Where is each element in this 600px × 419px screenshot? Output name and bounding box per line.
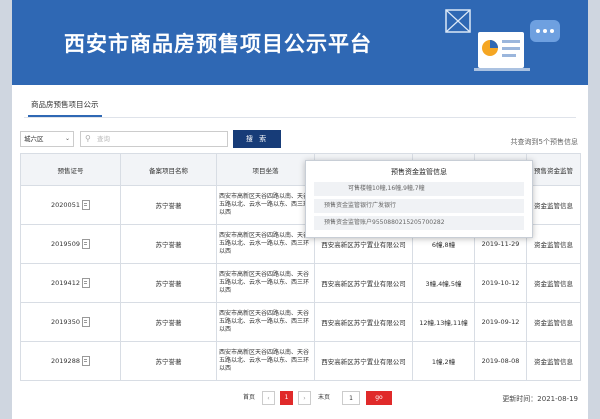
issue-date: 2019-08-08 [474, 341, 527, 381]
search-placeholder: 查询 [97, 135, 110, 143]
go-button[interactable]: go [366, 391, 392, 405]
document-icon[interactable] [81, 317, 90, 327]
cert-number: 2020051 [51, 201, 80, 209]
cert-cell: 2020051 [20, 185, 121, 225]
table-row: 2019350 苏宁誉著 西安市高新区天谷四路以南、天谷五路以北、云水一路以东、… [20, 302, 581, 342]
popup-row-label: 预售资金监管银行 [323, 202, 372, 209]
column-header: 预售证号 [20, 153, 121, 186]
popup-row-label: 预售资金监管账户 [323, 219, 372, 226]
result-count: 共查询到5个预售信息 [510, 138, 578, 146]
site-title: 西安市商品房预售项目公示平台 [64, 32, 372, 56]
cert-cell: 2019412 [20, 263, 121, 303]
table-row: 2019412 苏宁誉著 西安市高新区天谷四路以南、天谷五路以北、云水一路以东、… [20, 263, 581, 303]
table-row: 2019288 苏宁誉著 西安市高新区天谷四路以南、天谷五路以北、云水一路以东、… [20, 341, 581, 381]
supervision-link[interactable]: 资金监管信息 [526, 341, 581, 381]
popup-row-value: 10幢,16幢,9幢,7幢 [372, 185, 425, 192]
developer: 西安高新区苏宁置业有限公司 [314, 302, 413, 342]
column-header: 预售资金监管 [526, 153, 581, 186]
buildings: 12幢,13幢,11幢 [412, 302, 475, 342]
popup-row-value: 广发银行 [372, 202, 397, 209]
supervision-link[interactable]: 资金监管信息 [526, 185, 581, 225]
issue-date: 2019-10-12 [474, 263, 527, 303]
popup-row: 预售资金监管银行广发银行 [314, 199, 524, 213]
column-header: 备案项目名称 [120, 153, 217, 186]
developer: 西安高新区苏宁置业有限公司 [314, 263, 413, 303]
project-location: 西安市高新区天谷四路以南、天谷五路以北、云水一路以东、西三环以西 [216, 224, 315, 264]
update-time: 更新时间：2021-08-19 [502, 395, 578, 403]
fund-supervision-popup: 预售资金监管信息 可售楼幢10幢,16幢,9幢,7幢 预售资金监管银行广发银行 … [305, 160, 533, 238]
prev-page-button[interactable]: ‹ [262, 391, 275, 405]
buildings: 3幢,4幢,5幢 [412, 263, 475, 303]
project-name: 苏宁誉著 [120, 185, 217, 225]
project-location: 西安市高新区天谷四路以南、天谷五路以北、云水一路以东、西三环以西 [216, 263, 315, 303]
cert-number: 2019350 [51, 318, 80, 326]
document-icon[interactable] [81, 200, 90, 210]
cert-cell: 2019350 [20, 302, 121, 342]
document-icon[interactable] [81, 356, 90, 366]
cert-cell: 2019509 [20, 224, 121, 264]
search-button[interactable]: 搜 索 [233, 130, 281, 148]
issue-date: 2019-09-12 [474, 302, 527, 342]
cert-number: 2019509 [51, 240, 80, 248]
main-panel: 商品房预售项目公示 城六区 ⌄ ⚲ 查询 搜 索 共查询到5个预售信息 预售证号… [12, 85, 588, 419]
district-select-value: 城六区 [24, 135, 44, 143]
first-page-button[interactable]: 首页 [240, 391, 258, 405]
supervision-link[interactable]: 资金监管信息 [526, 224, 581, 264]
document-icon[interactable] [81, 239, 90, 249]
site-header: 西安市商品房预售项目公示平台 [12, 0, 588, 85]
cert-number: 2019412 [51, 279, 80, 287]
next-page-button[interactable]: › [298, 391, 311, 405]
column-header: 项目坐落 [216, 153, 315, 186]
search-input[interactable]: ⚲ 查询 [80, 131, 228, 147]
search-icon: ⚲ [85, 134, 91, 143]
chevron-down-icon: ⌄ [64, 135, 70, 142]
project-location: 西安市高新区天谷四路以南、天谷五路以北、云水一路以东、西三环以西 [216, 341, 315, 381]
buildings: 1幢,2幢 [412, 341, 475, 381]
document-icon[interactable] [81, 278, 90, 288]
current-page[interactable]: 1 [280, 391, 293, 405]
supervision-link[interactable]: 资金监管信息 [526, 302, 581, 342]
supervision-link[interactable]: 资金监管信息 [526, 263, 581, 303]
project-location: 西安市高新区天谷四路以南、天谷五路以北、云水一路以东、西三环以西 [216, 302, 315, 342]
popup-row: 可售楼幢10幢,16幢,9幢,7幢 [314, 182, 524, 196]
project-name: 苏宁誉著 [120, 341, 217, 381]
popup-row-value: 9550880215205700282 [372, 219, 445, 226]
tab-bar: 商品房预售项目公示 [24, 95, 576, 118]
header-illustration-icon [445, 9, 560, 71]
project-name: 苏宁誉著 [120, 224, 217, 264]
project-location: 西安市高新区天谷四路以南、天谷五路以北、云水一路以东、西三环以西 [216, 185, 315, 225]
project-name: 苏宁誉著 [120, 263, 217, 303]
popup-row-label: 可售楼幢 [347, 185, 372, 192]
project-name: 苏宁誉著 [120, 302, 217, 342]
page-number-input[interactable]: 1 [342, 391, 360, 405]
popup-title: 预售资金监管信息 [391, 168, 447, 176]
cert-number: 2019288 [51, 357, 80, 365]
district-select[interactable]: 城六区 ⌄ [20, 131, 74, 147]
developer: 西安高新区苏宁置业有限公司 [314, 341, 413, 381]
cert-cell: 2019288 [20, 341, 121, 381]
popup-row: 预售资金监管账户9550880215205700282 [314, 216, 524, 230]
last-page-button[interactable]: 末页 [315, 391, 333, 405]
tab-presale-projects[interactable]: 商品房预售项目公示 [28, 99, 102, 117]
